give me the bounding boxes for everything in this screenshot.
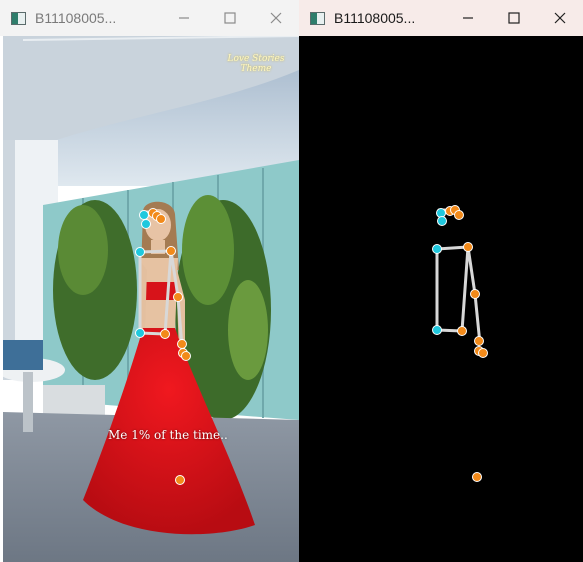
- keypoint-right-ear: [156, 214, 166, 224]
- minimize-button[interactable]: [445, 0, 491, 36]
- keypoint-right-ankle: [175, 475, 185, 485]
- skeleton-drawing: [432, 205, 488, 482]
- keypoint-right-elbow: [470, 289, 480, 299]
- keypoint-right-hip: [457, 326, 467, 336]
- video-frame: Love Stories Theme Me 1% of the time..: [3, 36, 299, 562]
- keypoint-right-ankle: [472, 472, 482, 482]
- pose-overlay: [135, 208, 191, 485]
- skeleton-window-titlebar[interactable]: B11108005...: [299, 0, 583, 36]
- keypoint-right-ear: [454, 210, 464, 220]
- close-button[interactable]: [253, 0, 299, 36]
- window-title: B11108005...: [35, 10, 117, 26]
- keypoint-left-ear: [141, 219, 151, 229]
- video-window[interactable]: B11108005... Love Stories Theme Me 1% of…: [0, 0, 299, 562]
- keypoint-left-hip: [135, 328, 145, 338]
- minimize-button[interactable]: [161, 0, 207, 36]
- close-button[interactable]: [537, 0, 583, 36]
- limb-right-upper-arm: [169, 249, 180, 299]
- keypoint-right-shoulder: [166, 246, 176, 256]
- limb-right-upper-arm: [466, 245, 477, 296]
- close-icon: [270, 12, 282, 24]
- app-icon: [11, 11, 26, 25]
- keypoint-left-shoulder: [432, 244, 442, 254]
- maximize-icon: [224, 12, 236, 24]
- keypoint-left-eye: [139, 210, 149, 220]
- keypoint-left-hip: [432, 325, 442, 335]
- keypoint-right-elbow: [173, 292, 183, 302]
- skeleton-window[interactable]: B11108005...: [299, 0, 583, 562]
- keypoint-right-hip: [160, 329, 170, 339]
- keypoint-right-wrist: [177, 339, 187, 349]
- limb-right-torso: [460, 245, 470, 333]
- app-icon: [310, 11, 325, 25]
- close-icon: [554, 12, 566, 24]
- keypoint-right-hand-2: [181, 351, 191, 361]
- maximize-button[interactable]: [491, 0, 537, 36]
- keypoint-right-hand-2: [478, 348, 488, 358]
- maximize-button[interactable]: [207, 0, 253, 36]
- maximize-icon: [508, 12, 520, 24]
- keypoint-left-shoulder: [135, 247, 145, 257]
- keypoint-right-shoulder: [463, 242, 473, 252]
- video-window-titlebar[interactable]: B11108005...: [0, 0, 299, 36]
- minimize-icon: [179, 17, 189, 19]
- minimize-icon: [463, 17, 473, 19]
- skeleton-canvas: [299, 36, 583, 562]
- window-title: B11108005...: [334, 10, 416, 26]
- limb-right-torso: [163, 249, 173, 336]
- keypoint-right-wrist: [474, 336, 484, 346]
- keypoint-left-ear: [437, 216, 447, 226]
